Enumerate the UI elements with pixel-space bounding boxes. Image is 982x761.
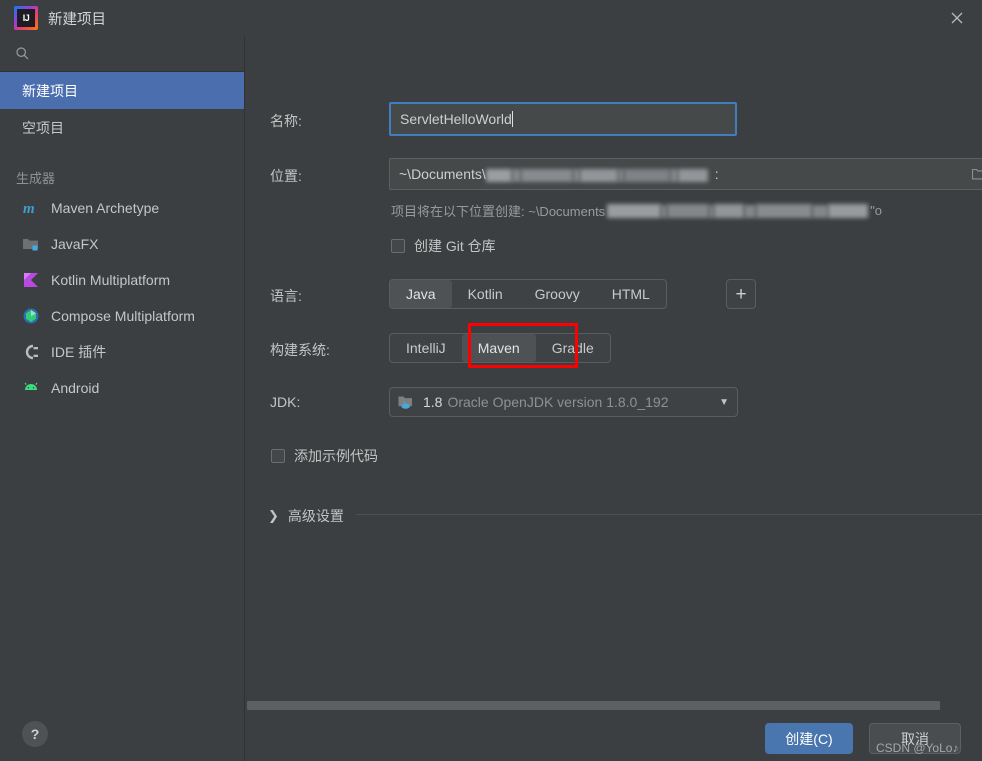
sidebar-item-empty-project[interactable]: 空项目 (0, 109, 244, 146)
sample-code-label: 添加示例代码 (294, 448, 378, 464)
redacted-path (485, 166, 708, 182)
location-hint-suffix: "o (870, 203, 883, 218)
horizontal-scrollbar-thumb[interactable] (247, 701, 940, 710)
git-repo-checkbox-row[interactable]: 创建 Git 仓库 (391, 236, 496, 256)
chevron-right-icon: ❯ (268, 508, 279, 523)
window-title: 新建项目 (48, 11, 106, 28)
close-glyph (951, 12, 963, 24)
folder-browse-icon[interactable] (969, 158, 982, 190)
sidebar-item-label: JavaFX (51, 236, 99, 252)
text-caret (511, 111, 513, 127)
build-system-segmented-control[interactable]: IntelliJ Maven Gradle (389, 333, 611, 363)
language-option-kotlin[interactable]: Kotlin (452, 280, 519, 308)
project-name-input[interactable]: ServletHelloWorld (389, 102, 737, 136)
project-location-suffix: : (714, 166, 719, 182)
help-button[interactable]: ? (22, 721, 48, 747)
language-option-java[interactable]: Java (390, 280, 452, 308)
git-repo-checkbox[interactable] (391, 239, 405, 253)
sample-code-checkbox[interactable] (271, 449, 285, 463)
sidebar-item-kotlin-multiplatform[interactable]: Kotlin Multiplatform (0, 262, 244, 298)
javafx-folder-icon (22, 235, 40, 253)
jdk-description: Oracle OpenJDK version 1.8.0_192 (447, 394, 669, 410)
sidebar-item-maven-archetype[interactable]: m Maven Archetype (0, 190, 244, 226)
language-option-html[interactable]: HTML (596, 280, 666, 308)
project-name-value: ServletHelloWorld (400, 111, 512, 127)
language-label: 语言: (270, 288, 302, 304)
search-input[interactable] (38, 36, 238, 72)
add-language-button[interactable]: + (726, 279, 756, 309)
jdk-label: JDK: (270, 394, 301, 410)
create-button[interactable]: 创建(C) (765, 723, 853, 754)
search-icon (16, 47, 29, 60)
new-project-dialog: IJ 新建项目 新建项目 空项目 生成器 m Maven Archetype J… (0, 0, 982, 761)
advanced-settings-divider (356, 514, 982, 515)
advanced-settings-label: 高级设置 (287, 508, 344, 524)
sidebar-item-label: IDE 插件 (51, 344, 107, 360)
maven-icon: m (22, 199, 40, 217)
sidebar-item-label: 空项目 (22, 119, 64, 136)
build-system-label: 构建系统: (270, 342, 330, 358)
kotlin-icon (22, 271, 40, 289)
jdk-version: 1.8 (423, 394, 443, 410)
project-location-value: ~\Documents\ (399, 166, 486, 182)
project-form: 名称: ServletHelloWorld 位置: ~\Documents\ :… (246, 36, 982, 761)
sidebar-item-android[interactable]: Android (0, 370, 244, 406)
sidebar-item-ide-plugin[interactable]: IDE 插件 (0, 334, 244, 370)
location-hint: 项目将在以下位置创建: ~\Documents "o (391, 201, 882, 220)
intellij-idea-logo-icon: IJ (14, 6, 38, 30)
sample-code-checkbox-row[interactable]: 添加示例代码 (271, 446, 378, 466)
android-icon (22, 379, 40, 397)
language-option-groovy[interactable]: Groovy (519, 280, 596, 308)
sidebar-item-label: Maven Archetype (51, 200, 160, 216)
generators-section-label: 生成器 (16, 170, 56, 186)
name-label: 名称: (270, 113, 302, 129)
sidebar-item-new-project[interactable]: 新建项目 (0, 72, 244, 109)
jdk-dropdown[interactable]: 1.8 Oracle OpenJDK version 1.8.0_192 ▼ (389, 387, 738, 417)
sidebar-item-label: Android (51, 380, 100, 396)
build-system-option-maven[interactable]: Maven (461, 334, 536, 362)
jdk-folder-icon (398, 395, 417, 410)
advanced-settings-toggle[interactable]: ❯ 高级设置 (268, 506, 344, 526)
sidebar-item-label: Kotlin Multiplatform (51, 272, 171, 288)
sidebar-item-label: 新建项目 (22, 82, 78, 99)
language-segmented-control[interactable]: Java Kotlin Groovy HTML (389, 279, 667, 309)
plugin-icon (22, 343, 40, 361)
compose-icon (22, 307, 40, 325)
redacted-hint-path (607, 203, 869, 219)
sidebar: 新建项目 空项目 生成器 m Maven Archetype JavaFX Ko… (0, 36, 245, 761)
svg-text:m: m (23, 201, 35, 217)
build-system-option-intellij[interactable]: IntelliJ (390, 334, 462, 362)
sidebar-item-label: Compose Multiplatform (51, 308, 195, 324)
build-system-option-gradle[interactable]: Gradle (536, 334, 610, 362)
title-bar: IJ 新建项目 (0, 0, 982, 36)
project-location-input[interactable]: ~\Documents\ : (389, 158, 982, 190)
sidebar-item-compose-multiplatform[interactable]: Compose Multiplatform (0, 298, 244, 334)
chevron-down-icon[interactable]: ▼ (719, 397, 729, 408)
sidebar-item-javafx[interactable]: JavaFX (0, 226, 244, 262)
git-repo-label: 创建 Git 仓库 (414, 238, 496, 254)
location-label: 位置: (270, 168, 302, 184)
search-row[interactable] (0, 36, 245, 72)
watermark: CSDN @YoLo♪ (876, 741, 959, 755)
close-icon[interactable] (946, 7, 968, 29)
location-hint-prefix: 项目将在以下位置创建: ~\Documents (391, 204, 606, 219)
